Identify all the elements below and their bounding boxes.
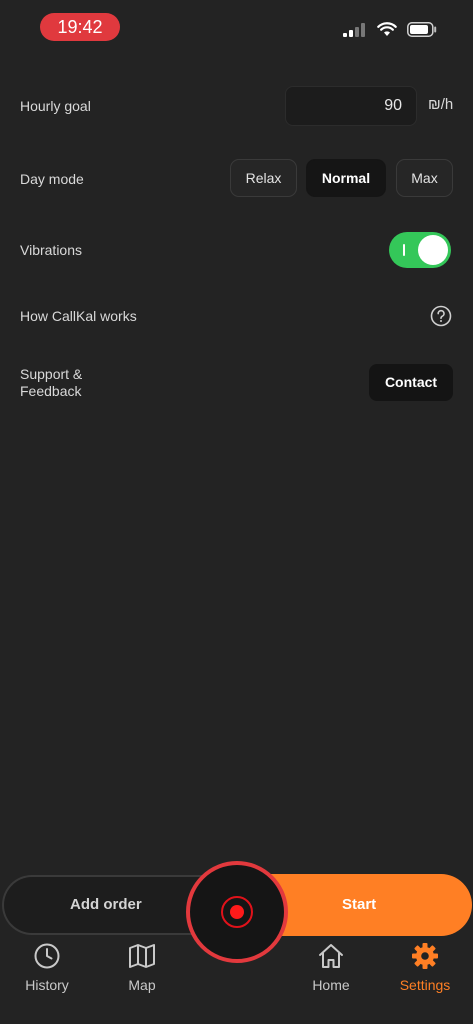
tab-history-label: History: [25, 977, 69, 993]
tab-home-label: Home: [312, 977, 350, 993]
hourly-goal-unit: ₪/h: [428, 96, 454, 113]
vibrations-toggle[interactable]: [389, 232, 451, 268]
how-it-works-label: How CallKal works: [20, 308, 137, 324]
help-icon[interactable]: [430, 305, 452, 327]
hourly-goal-input[interactable]: 90: [285, 86, 417, 126]
battery-icon: [407, 22, 437, 37]
status-time: 19:42: [40, 13, 120, 41]
day-mode-max-button[interactable]: Max: [396, 159, 453, 197]
toggle-knob: [418, 235, 448, 265]
tab-settings-label: Settings: [399, 977, 451, 993]
signal-icon: [343, 22, 365, 37]
map-icon: [129, 944, 155, 968]
record-icon: [221, 896, 253, 928]
tab-map[interactable]: Map: [97, 940, 187, 1000]
tab-history[interactable]: History: [2, 940, 92, 1000]
support-label-line1: Support &: [20, 366, 83, 382]
contact-button[interactable]: Contact: [369, 364, 453, 401]
day-mode-relax-button[interactable]: Relax: [230, 159, 297, 197]
status-icons: [343, 22, 437, 37]
wifi-icon: [377, 22, 397, 36]
toggle-on-indicator: [403, 244, 405, 256]
record-button[interactable]: [186, 861, 288, 963]
home-icon: [319, 944, 343, 968]
support-label-line2: Feedback: [20, 383, 82, 399]
tab-map-label: Map: [128, 977, 156, 993]
tab-settings[interactable]: Settings: [380, 940, 470, 1000]
record-dot: [230, 905, 244, 919]
gear-icon: [412, 943, 438, 969]
vibrations-label: Vibrations: [20, 242, 83, 258]
day-mode-normal-button[interactable]: Normal: [306, 159, 386, 197]
day-mode-label: Day mode: [20, 171, 84, 187]
clock-icon: [34, 943, 60, 969]
status-bar: 19:42: [0, 0, 473, 52]
tab-home[interactable]: Home: [286, 940, 376, 1000]
hourly-goal-label: Hourly goal: [20, 98, 91, 114]
